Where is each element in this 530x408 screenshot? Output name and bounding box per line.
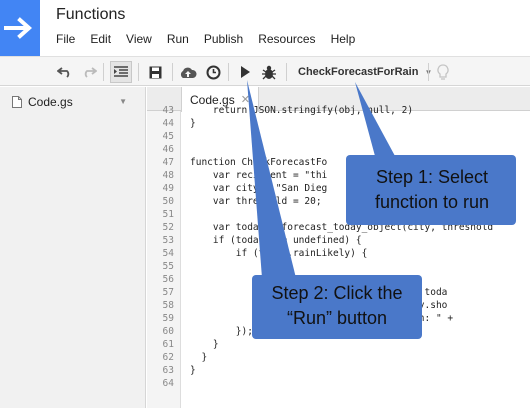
toolbar-divider xyxy=(103,63,104,81)
line-number: 63 xyxy=(162,365,174,376)
redo-icon[interactable] xyxy=(78,61,100,83)
line-number: 50 xyxy=(162,196,174,207)
cloud-upload-icon[interactable] xyxy=(177,61,199,83)
toolbar: CheckForecastForRain ▼ xyxy=(0,56,530,86)
file-icon xyxy=(12,96,22,108)
menu-resources[interactable]: Resources xyxy=(258,32,315,46)
apps-script-logo[interactable] xyxy=(0,0,40,56)
arrow-right-icon xyxy=(4,17,33,39)
code-line: var recipient = "thi xyxy=(190,170,328,181)
line-number: 43 xyxy=(162,105,174,116)
line-number: 57 xyxy=(162,287,174,298)
line-number-gutter: 43 44 45 46 47 48 49 50 51 52 53 54 55 56 57 58 59 60 61 62… xyxy=(147,105,181,408)
debug-icon[interactable] xyxy=(258,61,280,83)
line-number: 45 xyxy=(162,131,174,142)
file-name: Code.gs xyxy=(28,95,73,109)
code-editor[interactable]: Code.gs ✕ 43 44 45 46 47 48 49 50 51 52 53 54 55 56 57… xyxy=(147,87,530,408)
line-number: 51 xyxy=(162,209,174,220)
line-number: 60 xyxy=(162,326,174,337)
line-number: 46 xyxy=(162,144,174,155)
menu-publish[interactable]: Publish xyxy=(204,32,243,46)
line-number: 54 xyxy=(162,248,174,259)
menu-file[interactable]: File xyxy=(56,32,75,46)
menu-bar: File Edit View Run Publish Resources Hel… xyxy=(56,32,370,46)
code-line: } xyxy=(190,352,208,363)
toolbar-divider xyxy=(228,63,229,81)
code-line: } xyxy=(190,339,219,350)
code-line: if (today !== undefined) { xyxy=(190,235,362,246)
indent-icon[interactable] xyxy=(110,61,132,83)
project-title[interactable]: Functions xyxy=(56,6,125,24)
toolbar-divider xyxy=(172,63,173,81)
code-line: return JSON.stringify(obj, null, 2) xyxy=(190,105,414,116)
line-number: 55 xyxy=(162,261,174,272)
line-number: 48 xyxy=(162,170,174,181)
line-number: 44 xyxy=(162,118,174,129)
line-number: 59 xyxy=(162,313,174,324)
step1-line2: function to run xyxy=(374,192,490,212)
step2-callout-text: Step 2: Click the “Run” button xyxy=(256,281,418,331)
lightbulb-icon[interactable] xyxy=(432,61,454,83)
line-number: 56 xyxy=(162,274,174,285)
code-line: var city = "San Dieg xyxy=(190,183,328,194)
undo-icon[interactable] xyxy=(54,61,76,83)
menu-help[interactable]: Help xyxy=(331,32,356,46)
line-number: 64 xyxy=(162,378,174,389)
step1-line1: Step 1: Select xyxy=(375,167,489,187)
step1-callout-text: Step 1: Select function to run xyxy=(352,165,512,215)
line-number: 49 xyxy=(162,183,174,194)
code-line: var threshold = 20; xyxy=(190,196,322,207)
toolbar-divider xyxy=(286,63,287,81)
step2-line1: Step 2: Click the xyxy=(271,283,403,303)
code-line: } xyxy=(190,118,196,129)
line-number: 61 xyxy=(162,339,174,350)
save-icon[interactable] xyxy=(144,61,166,83)
code-line: }); xyxy=(190,326,253,337)
code-line: } xyxy=(190,365,196,376)
step2-line2: “Run” button xyxy=(286,308,388,328)
line-number: 62 xyxy=(162,352,174,363)
line-number: 52 xyxy=(162,222,174,233)
menu-run[interactable]: Run xyxy=(167,32,189,46)
line-number: 53 xyxy=(162,235,174,246)
line-number: 58 xyxy=(162,300,174,311)
function-select[interactable]: CheckForecastForRain ▼ xyxy=(290,61,432,83)
file-sidebar: Code.gs ▼ xyxy=(0,87,146,408)
toolbar-divider xyxy=(428,63,429,81)
code-line: function CheckForecastFo xyxy=(190,157,328,168)
function-select-value: CheckForecastForRain xyxy=(298,66,419,78)
file-item-code-gs[interactable]: Code.gs ▼ xyxy=(0,91,145,113)
menu-edit[interactable]: Edit xyxy=(90,32,111,46)
code-line: if (today.rainLikely) { xyxy=(190,248,368,259)
run-icon[interactable] xyxy=(234,61,256,83)
toolbar-divider xyxy=(138,63,139,81)
chevron-down-icon[interactable]: ▼ xyxy=(119,97,127,106)
line-number: 47 xyxy=(162,157,174,168)
app-header: Functions File Edit View Run Publish Res… xyxy=(0,0,530,56)
clock-icon[interactable] xyxy=(202,61,224,83)
code-line: var today = forecast_today_object(city, … xyxy=(190,222,494,233)
menu-view[interactable]: View xyxy=(126,32,152,46)
